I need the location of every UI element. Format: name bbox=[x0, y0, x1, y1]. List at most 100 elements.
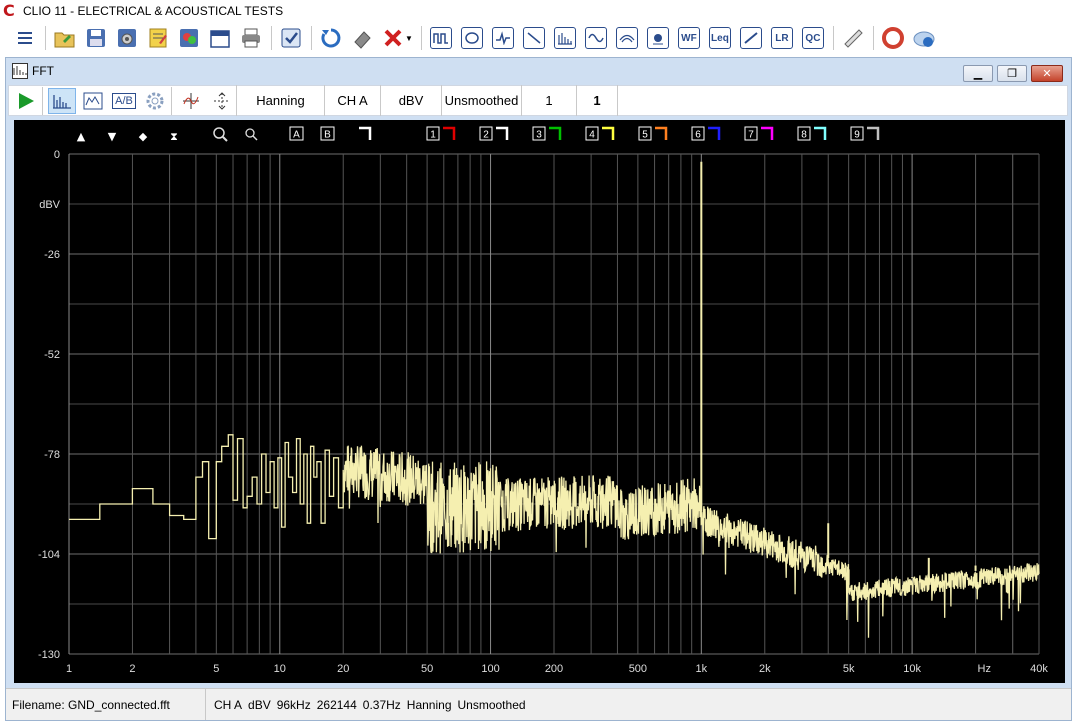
overlay-number: 5 bbox=[642, 130, 648, 141]
marker-hook bbox=[359, 126, 372, 140]
fft-icon[interactable] bbox=[552, 25, 578, 51]
overlay-4-button[interactable]: 4 bbox=[585, 126, 615, 141]
marker-b-button[interactable]: B bbox=[320, 126, 335, 141]
cloud-help-icon[interactable] bbox=[911, 25, 937, 51]
x-tick-label: 2k bbox=[759, 663, 771, 675]
help-icon[interactable] bbox=[880, 25, 906, 51]
ruler-icon[interactable] bbox=[840, 25, 866, 51]
y-tick-label: 0 bbox=[54, 149, 60, 161]
y-tick-label: -104 bbox=[38, 549, 60, 561]
refresh-icon[interactable] bbox=[318, 25, 344, 51]
delete-icon[interactable] bbox=[380, 25, 406, 51]
overlay-6-button[interactable]: 6 bbox=[691, 126, 721, 141]
gear-icon[interactable] bbox=[141, 88, 169, 114]
average-count: 1 bbox=[576, 85, 618, 116]
status-window: Hanning bbox=[406, 697, 452, 712]
smoothing-selector[interactable]: Unsmoothed bbox=[441, 85, 521, 116]
zoom-in-icon[interactable] bbox=[213, 127, 228, 142]
x-tick-label: 20 bbox=[337, 663, 349, 675]
overlay-color-marker bbox=[867, 126, 880, 140]
print-icon[interactable] bbox=[238, 25, 264, 51]
x-tick-label: 40k bbox=[1030, 663, 1048, 675]
close-button[interactable]: ✕ bbox=[1031, 65, 1063, 82]
sinusoidal-icon[interactable] bbox=[459, 25, 485, 51]
fft-window-icon bbox=[12, 63, 28, 79]
x-tick-label: 1 bbox=[66, 663, 72, 675]
spectrum-view-button[interactable] bbox=[48, 87, 76, 114]
overlay-2-button[interactable]: 2 bbox=[479, 126, 509, 141]
tweeter-icon[interactable] bbox=[645, 25, 671, 51]
scale-icon[interactable] bbox=[208, 88, 236, 114]
y-tick-label: -26 bbox=[44, 249, 60, 261]
overlay-3-button[interactable]: 3 bbox=[532, 126, 562, 141]
leq-icon[interactable]: Leq bbox=[707, 25, 733, 51]
x-tick-label: 5k bbox=[843, 663, 855, 675]
y-tick-label: -78 bbox=[44, 449, 60, 461]
eraser-icon[interactable] bbox=[349, 25, 375, 51]
save-icon[interactable] bbox=[83, 25, 109, 51]
overlay-number: 7 bbox=[748, 130, 754, 141]
zoom-out-icon[interactable] bbox=[245, 128, 258, 141]
wf-icon[interactable]: WF bbox=[676, 25, 702, 51]
open-folder-icon[interactable] bbox=[52, 25, 78, 51]
waveform-icon[interactable] bbox=[490, 25, 516, 51]
averages-selector[interactable]: 1 bbox=[521, 85, 576, 116]
settings-save-icon[interactable] bbox=[114, 25, 140, 51]
y-tick-label: -130 bbox=[38, 649, 60, 661]
menu-icon[interactable] bbox=[12, 25, 38, 51]
lr-icon[interactable]: LR bbox=[769, 25, 795, 51]
notes-icon[interactable] bbox=[145, 25, 171, 51]
ab-compare-button[interactable]: A/B bbox=[110, 88, 138, 114]
status-units: dBV bbox=[248, 697, 271, 712]
lr-label: LR bbox=[770, 27, 793, 49]
minimize-button[interactable]: ▁ bbox=[963, 65, 993, 82]
maximize-button[interactable]: ❐ bbox=[997, 65, 1027, 82]
marker-a-button[interactable]: A bbox=[289, 126, 304, 141]
overlay-number: 6 bbox=[695, 130, 701, 141]
overlay-7-button[interactable]: 7 bbox=[744, 126, 774, 141]
calendar-icon[interactable] bbox=[207, 25, 233, 51]
status-resolution: 0.37Hz bbox=[362, 697, 401, 712]
overlay-color-marker bbox=[359, 126, 372, 140]
arrow-down-icon[interactable]: ▼ bbox=[108, 130, 117, 143]
waterfall-icon[interactable] bbox=[614, 25, 640, 51]
overlay-color-marker bbox=[814, 126, 827, 140]
window-selector[interactable]: Hanning bbox=[236, 85, 324, 116]
overlay-1-button[interactable]: 1 bbox=[426, 126, 456, 141]
toolbar-separator bbox=[872, 26, 874, 50]
overlay-8-button[interactable]: 8 bbox=[797, 126, 827, 141]
mls-icon[interactable] bbox=[428, 25, 454, 51]
fft-window: FFT ▁ ❐ ✕ A/B Hanning CH A dBV Unsmoothe… bbox=[5, 57, 1072, 721]
status-channel: CH A bbox=[214, 697, 243, 712]
overlay-number: 1 bbox=[430, 130, 436, 141]
check-icon[interactable] bbox=[278, 25, 304, 51]
status-size: 262144 bbox=[316, 697, 357, 712]
dropdown-arrow-icon[interactable]: ▼ bbox=[405, 34, 413, 43]
toolbar-separator bbox=[311, 26, 312, 50]
sine-icon[interactable] bbox=[583, 25, 609, 51]
image-icon[interactable] bbox=[176, 25, 202, 51]
multimeter-icon[interactable] bbox=[738, 25, 764, 51]
status-smoothing: Unsmoothed bbox=[457, 697, 526, 712]
x-tick-label: 100 bbox=[481, 663, 499, 675]
overlay-color-marker bbox=[549, 126, 562, 140]
overlay-9-button[interactable]: 9 bbox=[850, 126, 880, 141]
overlay-5-button[interactable]: 5 bbox=[638, 126, 668, 141]
x-tick-label: 2 bbox=[129, 663, 135, 675]
channel-selector[interactable]: CH A bbox=[324, 85, 380, 116]
qc-icon[interactable]: QC bbox=[800, 25, 826, 51]
toolbar-separator bbox=[420, 26, 422, 50]
toolbar-separator bbox=[42, 86, 43, 115]
sweep-icon[interactable] bbox=[521, 25, 547, 51]
fft-chart[interactable]: ▲ ▼ ◆ ⧗ A B 1 2 3 4 5 6 7 8 9 0 -26 -52 -78 -104 -130 dBV 1 2 5… bbox=[14, 120, 1065, 683]
svg-text:B: B bbox=[324, 130, 331, 141]
arrow-up-icon[interactable]: ▲ bbox=[77, 130, 86, 143]
units-selector[interactable]: dBV bbox=[380, 85, 441, 116]
compress-vertical-icon[interactable]: ⧗ bbox=[170, 130, 178, 143]
cursor-icon[interactable] bbox=[177, 88, 205, 114]
play-button[interactable] bbox=[12, 88, 40, 114]
waveform-view-button[interactable] bbox=[79, 88, 107, 114]
leq-label: Leq bbox=[708, 27, 731, 49]
expand-vertical-icon[interactable]: ◆ bbox=[139, 130, 148, 143]
fft-window-title-bar: FFT ▁ ❐ ✕ bbox=[6, 58, 1071, 84]
